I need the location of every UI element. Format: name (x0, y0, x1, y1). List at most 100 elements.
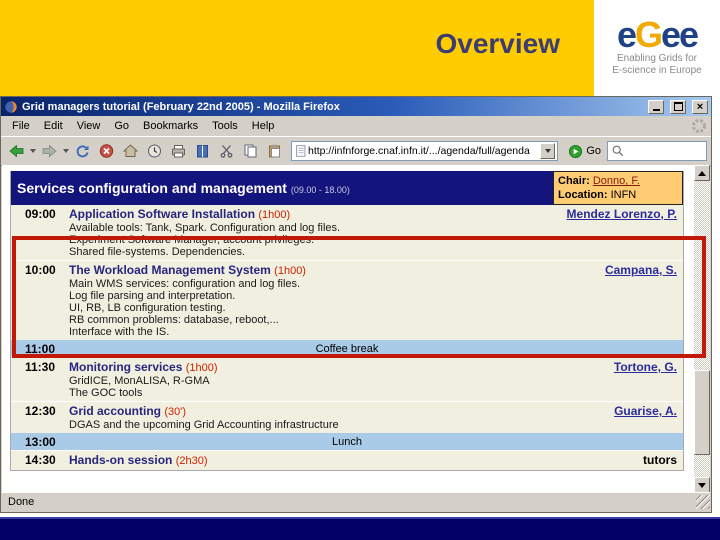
book-icon (196, 145, 208, 158)
session-title: Application Software Installation (69, 207, 259, 221)
session-detail: Main WMS services: configuration and log… (69, 278, 301, 290)
menu-file[interactable]: File (5, 118, 37, 134)
scissors-icon (220, 145, 232, 158)
search-input[interactable] (607, 141, 707, 161)
scroll-up-button[interactable] (694, 165, 710, 181)
session-title: The Workload Management System (69, 263, 275, 277)
browser-titlebar[interactable]: Grid managers tutorial (February 22nd 20… (1, 97, 711, 116)
menu-view[interactable]: View (70, 118, 108, 134)
session-title-line: Tortone, G. Monitoring services (1h00) (69, 360, 677, 375)
clock-icon (147, 144, 161, 158)
egee-tagline: Enabling Grids for E-science in Europe (612, 53, 702, 76)
menu-edit[interactable]: Edit (37, 118, 70, 134)
reload-button[interactable] (71, 141, 93, 161)
chair-link[interactable]: Donno, F. (593, 175, 640, 187)
break-title: Lunch (332, 435, 362, 448)
agenda-session-row: 11:30 Tortone, G. Monitoring services (1h0… (11, 357, 683, 401)
session-body: tutors Hands-on session (2h30) (69, 453, 683, 468)
agenda-time-range: (09.00 - 18.00) (290, 185, 350, 195)
scrollbar-thumb[interactable] (694, 370, 710, 455)
agenda-session-row: 14:30 tutors Hands-on session (2h30) (11, 450, 683, 470)
browser-viewport: Services configuration and management (0… (2, 165, 710, 493)
close-button[interactable]: × (692, 99, 708, 114)
vertical-scrollbar[interactable] (694, 165, 710, 493)
agenda-header-title: Services configuration and management (0… (17, 180, 350, 196)
agenda-break-row: 11:00 Coffee break (11, 340, 683, 357)
session-duration: (30') (164, 406, 187, 418)
session-speaker-link[interactable]: Guarise, A. (614, 404, 677, 418)
minimize-icon (652, 103, 660, 111)
chevron-down-icon (544, 149, 551, 153)
session-time: 12:30 (25, 404, 56, 418)
go-button[interactable]: Go (564, 144, 605, 159)
session-detail: RB common problems: database, reboot,... (69, 314, 279, 326)
maximize-button[interactable] (670, 99, 686, 114)
scroll-down-button[interactable] (694, 477, 710, 493)
menu-bar: File Edit View Go Bookmarks Tools Help (1, 116, 711, 137)
session-body: Mendez Lorenzo, P. Application Software I… (69, 207, 683, 258)
search-icon (612, 145, 624, 157)
menu-help[interactable]: Help (245, 118, 282, 134)
session-speaker-link[interactable]: Tortone, G. (614, 360, 677, 374)
session-title-line: Mendez Lorenzo, P. Application Software I… (69, 207, 677, 222)
minimize-button[interactable] (648, 99, 664, 114)
menu-bookmarks[interactable]: Bookmarks (136, 118, 205, 134)
session-detail: Experiment Software Manager, account pri… (69, 234, 315, 246)
forward-dropdown-icon[interactable] (63, 149, 69, 153)
egee-logo: eGee Enabling Grids for E-science in Eur… (594, 0, 720, 96)
menu-bar-items: File Edit View Go Bookmarks Tools Help (5, 118, 281, 134)
session-detail: Available tools: Tank, Spark. Configurat… (69, 222, 341, 234)
arrow-down-icon (698, 482, 706, 488)
maximize-icon (673, 102, 683, 111)
throbber-icon (692, 119, 706, 133)
history-button[interactable] (143, 141, 165, 161)
url-bar[interactable]: http://infnforge.cnaf.infn.it/.../agenda… (291, 141, 559, 161)
home-button[interactable] (119, 141, 141, 161)
back-button[interactable] (5, 141, 27, 161)
page-favicon (296, 145, 306, 157)
copy-button[interactable] (239, 141, 261, 161)
egee-logo-word: eGee (616, 14, 699, 55)
stop-icon (99, 144, 113, 158)
status-bar: Done (2, 492, 710, 511)
back-icon (8, 144, 23, 158)
menu-go[interactable]: Go (107, 118, 136, 134)
agenda-break-row: 13:00 Lunch (11, 433, 683, 450)
location-label: Location: (558, 189, 608, 201)
slide-footer-bar (0, 517, 720, 540)
session-body: Campana, S. The Workload Management Syste… (69, 263, 683, 338)
session-body: Tortone, G. Monitoring services (1h00) Gri… (69, 360, 683, 399)
session-title-line: Guarise, A. Grid accounting (30') (69, 404, 677, 419)
url-text: http://infnforge.cnaf.infn.it/.../agenda… (308, 145, 530, 157)
session-time: 14:30 (25, 453, 56, 467)
forward-button[interactable] (38, 141, 60, 161)
session-time: 11:00 (25, 341, 56, 356)
bookmarks-button[interactable] (191, 141, 213, 161)
url-dropdown-button[interactable] (540, 143, 556, 159)
cut-button[interactable] (215, 141, 237, 161)
window-title: Grid managers tutorial (February 22nd 20… (22, 100, 340, 113)
printer-icon (171, 145, 185, 158)
agenda-session-row: 09:00 Mendez Lorenzo, P. Application Softw… (11, 205, 683, 260)
stop-button[interactable] (95, 141, 117, 161)
session-title-line: tutors Hands-on session (2h30) (69, 453, 677, 468)
session-speaker-link[interactable]: Mendez Lorenzo, P. (567, 207, 677, 221)
print-button[interactable] (167, 141, 189, 161)
session-speaker-link[interactable]: Campana, S. (605, 263, 677, 277)
reload-icon (76, 145, 88, 158)
session-detail: The GOC tools (69, 387, 143, 399)
agenda-session-row: 12:30 Guarise, A. Grid accounting (30') DGA… (11, 401, 683, 433)
session-time: 13:00 (25, 434, 56, 449)
egee-logo-accent-letter: G (634, 14, 663, 55)
session-detail: GridICE, MonALISA, R-GMA (69, 375, 210, 387)
back-dropdown-icon[interactable] (30, 149, 36, 153)
navigation-toolbar: http://infnforge.cnaf.infn.it/.../agenda… (1, 137, 711, 166)
paste-button[interactable] (263, 141, 285, 161)
resize-grip[interactable] (696, 495, 710, 509)
session-duration: (1h00) (274, 265, 306, 277)
arrow-up-icon (698, 170, 706, 176)
session-time: 11:30 (25, 360, 56, 374)
menu-tools[interactable]: Tools (205, 118, 245, 134)
slide-title: Overview (435, 28, 560, 59)
clipboard-icon (268, 144, 280, 158)
